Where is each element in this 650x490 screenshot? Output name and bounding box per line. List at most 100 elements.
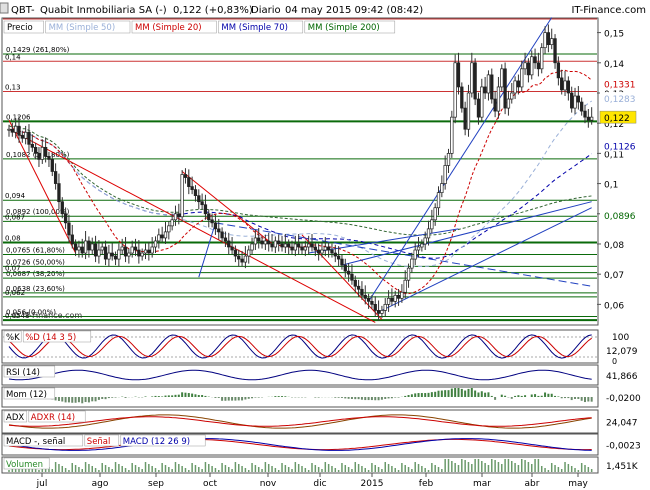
candle [47, 156, 51, 160]
price-badge-label: 0,122 [604, 114, 630, 124]
candle [506, 98, 511, 109]
candle [273, 240, 278, 248]
candle [30, 143, 34, 148]
indicator-label: MACD (12 26 9) [123, 437, 190, 447]
candle [590, 116, 594, 121]
candle [253, 237, 258, 245]
candle [426, 228, 431, 239]
candle [307, 243, 311, 248]
candle [586, 116, 590, 121]
candle [300, 246, 304, 251]
indicator-label: %D (14 3 5) [25, 333, 76, 343]
level-label: 0,062 [5, 289, 25, 297]
candle [563, 80, 567, 91]
candle [150, 246, 154, 254]
candle [480, 86, 484, 118]
candle [180, 174, 184, 218]
level-label: 0,14 [5, 53, 21, 61]
watermark: © IT-Finance.com [12, 311, 82, 320]
candle [230, 246, 234, 251]
level-label: 0,08 [5, 234, 21, 242]
candle [277, 240, 281, 245]
candle [486, 74, 491, 94]
candle [157, 234, 161, 242]
x-tick-label: jul [36, 479, 48, 489]
candle [210, 219, 214, 224]
indicator-value: -0,0023 [606, 442, 641, 452]
candle [260, 240, 264, 245]
indicator-label: ADX [6, 413, 24, 423]
candle [476, 98, 481, 118]
candle [403, 279, 407, 293]
candle [346, 270, 351, 275]
candle [40, 146, 44, 160]
candle [50, 159, 54, 172]
indicator-value: 1,451K [606, 462, 639, 472]
candle [560, 77, 564, 91]
candle [113, 255, 118, 260]
candle [340, 258, 344, 266]
indicator-value: 24,047 [606, 419, 638, 429]
candle [456, 62, 461, 88]
candle [63, 213, 68, 224]
y-tick-label: 0,06 [604, 301, 624, 311]
candle [553, 38, 557, 64]
candle [217, 228, 221, 233]
candle [190, 186, 194, 190]
candle [60, 201, 64, 215]
candle [450, 116, 454, 154]
indicator-label: Mom (12) [6, 390, 47, 400]
candle [366, 297, 371, 302]
candle [77, 246, 81, 251]
candle [423, 237, 427, 245]
candle [220, 231, 224, 239]
candle [83, 240, 88, 254]
indicator-panels: %K %D (14 3 5) 12,079 100 0 RSI (14) 41,866 Mom… [1, 329, 641, 474]
candle [470, 62, 474, 94]
candle [556, 62, 561, 79]
candle [570, 92, 574, 109]
candle [17, 125, 21, 136]
datetime: 04 may 2015 09:42 (08:42) [285, 5, 423, 16]
x-tick-label: abr [525, 479, 540, 489]
candle [433, 207, 437, 221]
candle [14, 125, 18, 133]
candle [270, 243, 274, 248]
candle [566, 80, 571, 94]
candle [473, 62, 477, 100]
candle [576, 95, 581, 103]
price-badge-label: 0,1283 [604, 95, 636, 105]
candle [297, 243, 301, 248]
candle [400, 291, 404, 299]
price-badge-label: 0,1331 [604, 81, 636, 91]
candle [43, 146, 48, 157]
candle [373, 304, 377, 311]
candle [550, 38, 554, 46]
legend-label: MM (Simple 50) [49, 23, 116, 33]
candle [350, 273, 354, 281]
candle [160, 234, 164, 239]
candle [510, 92, 514, 100]
y-tick-label: 0,07 [604, 271, 624, 281]
candle [530, 56, 534, 76]
candle [153, 240, 158, 248]
legend-label: MM (Simple 20) [135, 23, 202, 33]
candle [100, 246, 104, 251]
svg-text:-: - [31, 5, 35, 16]
candle [287, 243, 291, 248]
y-tick-label: 0,08 [604, 241, 624, 251]
indicator-label: %K [6, 333, 20, 343]
candle [390, 297, 394, 302]
candle [386, 297, 391, 305]
candle [290, 246, 294, 251]
candle [73, 243, 78, 251]
candle [123, 246, 128, 257]
candle [97, 249, 101, 257]
candle [193, 189, 198, 197]
candle [410, 258, 414, 269]
candle [336, 255, 341, 260]
candle [27, 131, 31, 145]
candle [493, 98, 497, 112]
candle [183, 174, 188, 178]
candle [140, 252, 144, 257]
